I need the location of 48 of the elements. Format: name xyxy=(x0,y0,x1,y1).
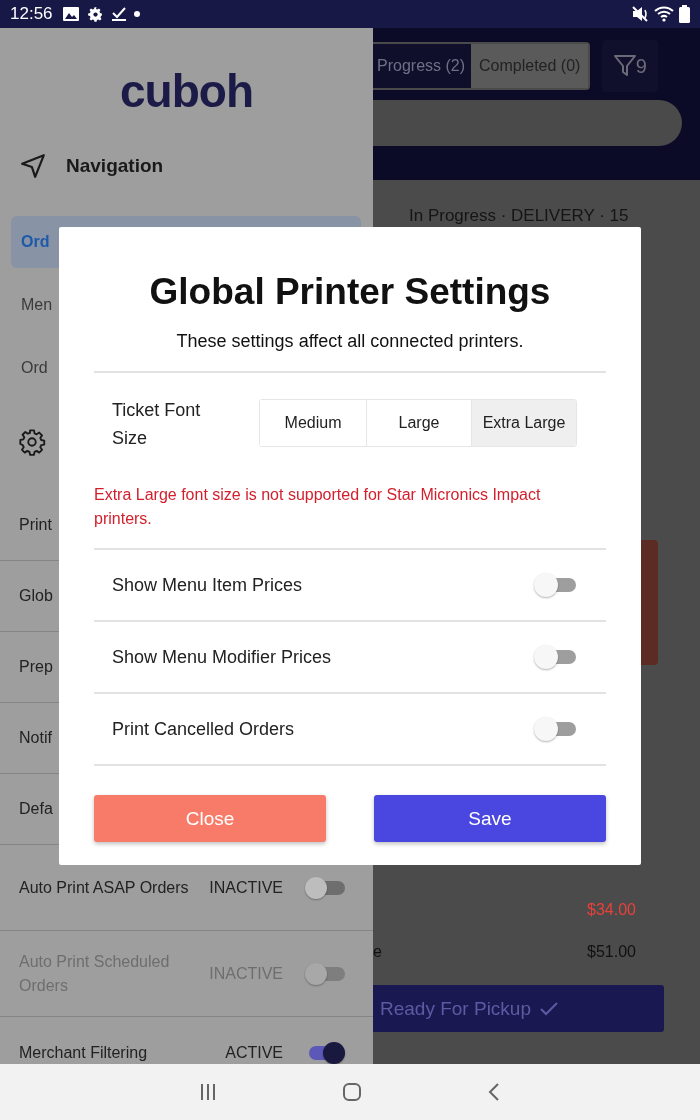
search-field[interactable] xyxy=(373,100,682,146)
battery-icon xyxy=(679,5,690,23)
home-icon[interactable] xyxy=(342,1082,362,1102)
font-size-option[interactable]: Extra Large xyxy=(471,400,576,446)
setting-label: Print Cancelled Orders xyxy=(112,718,295,740)
clock-time: 12:56 xyxy=(10,4,53,24)
filter-tab[interactable]: Progress (2) xyxy=(373,44,472,88)
image-icon xyxy=(61,6,80,22)
dialog-title: Global Printer Settings xyxy=(148,270,552,314)
recent-apps-icon[interactable] xyxy=(199,1083,217,1101)
settings-icon xyxy=(18,428,46,456)
setting-label: Defa xyxy=(19,800,53,818)
section-heading: Navigation xyxy=(66,155,164,177)
setting-label: Merchant Filtering xyxy=(19,1043,149,1063)
filter-tab[interactable]: Completed (0) xyxy=(471,44,589,88)
mute-icon xyxy=(631,5,649,23)
gear-icon xyxy=(86,5,104,23)
back-icon[interactable] xyxy=(487,1082,501,1102)
navigation-arrow-icon xyxy=(20,153,46,179)
filter-icon xyxy=(613,54,636,78)
toggle-switch[interactable] xyxy=(305,876,345,899)
wifi-icon xyxy=(654,6,674,22)
setting-label: Show Menu Modifier Prices xyxy=(112,646,332,668)
setting-label: Show Menu Item Prices xyxy=(112,574,303,596)
status-label: ACTIVE xyxy=(225,1044,283,1062)
save-button[interactable]: Save xyxy=(374,795,606,842)
toggle-switch[interactable] xyxy=(534,717,576,741)
checkmark-icon xyxy=(539,1000,559,1017)
ready-button[interactable]: Ready For Pickup xyxy=(373,985,664,1032)
item-price: $34.00 xyxy=(587,901,636,919)
setting-label: Print xyxy=(19,516,52,534)
filter-button[interactable]: 9 xyxy=(602,40,659,92)
dialog-subtitle: These settings affect all connected printers. xyxy=(175,330,525,353)
setting-label: Prep xyxy=(19,658,53,676)
item-price: $51.00 xyxy=(587,943,636,961)
checklist-icon xyxy=(110,6,127,22)
warning-text: Extra Large font size is not supported for Star Micronics Impact printers. xyxy=(94,485,542,529)
toggle-switch[interactable] xyxy=(534,645,576,669)
dot-icon xyxy=(133,11,140,17)
setting-label: Glob xyxy=(19,587,53,605)
close-button[interactable]: Close xyxy=(94,795,326,842)
setting-label: Auto Print ASAP Orders xyxy=(19,877,190,898)
logo: cuboh xyxy=(120,64,253,119)
item-name: e xyxy=(373,943,382,961)
setting-label: Notif xyxy=(19,729,52,747)
toggle-switch[interactable] xyxy=(534,573,576,597)
setting-label: Ticket Font Size xyxy=(112,399,202,450)
status-label: INACTIVE xyxy=(209,878,283,897)
